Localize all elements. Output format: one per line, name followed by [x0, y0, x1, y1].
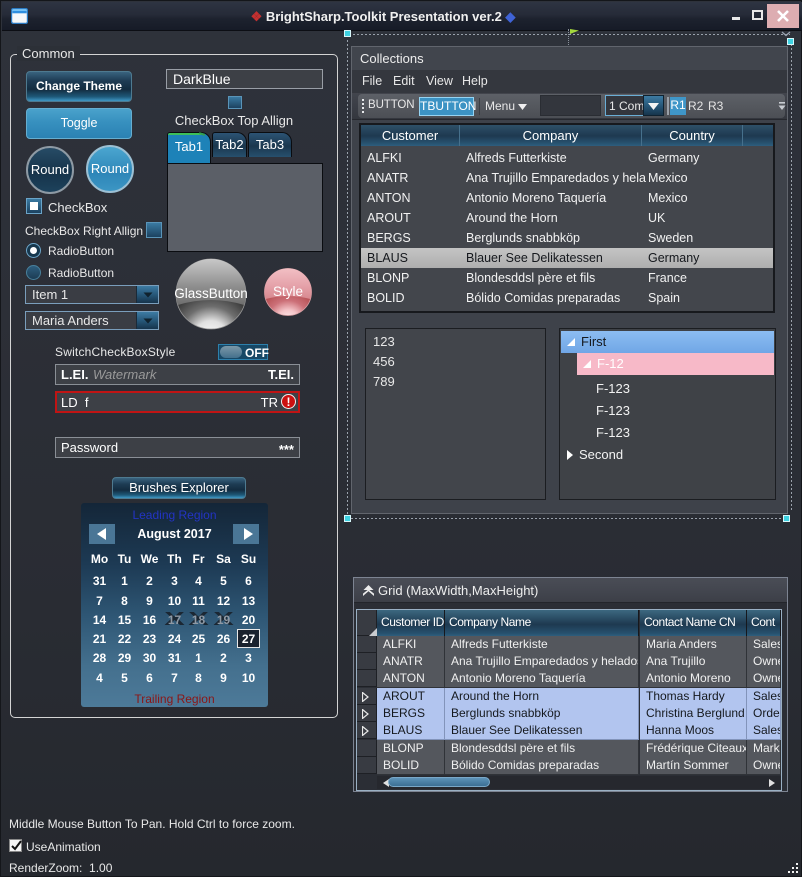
svg-text:Style: Style	[273, 284, 303, 299]
svg-text:GlassButton: GlassButton	[175, 286, 247, 301]
